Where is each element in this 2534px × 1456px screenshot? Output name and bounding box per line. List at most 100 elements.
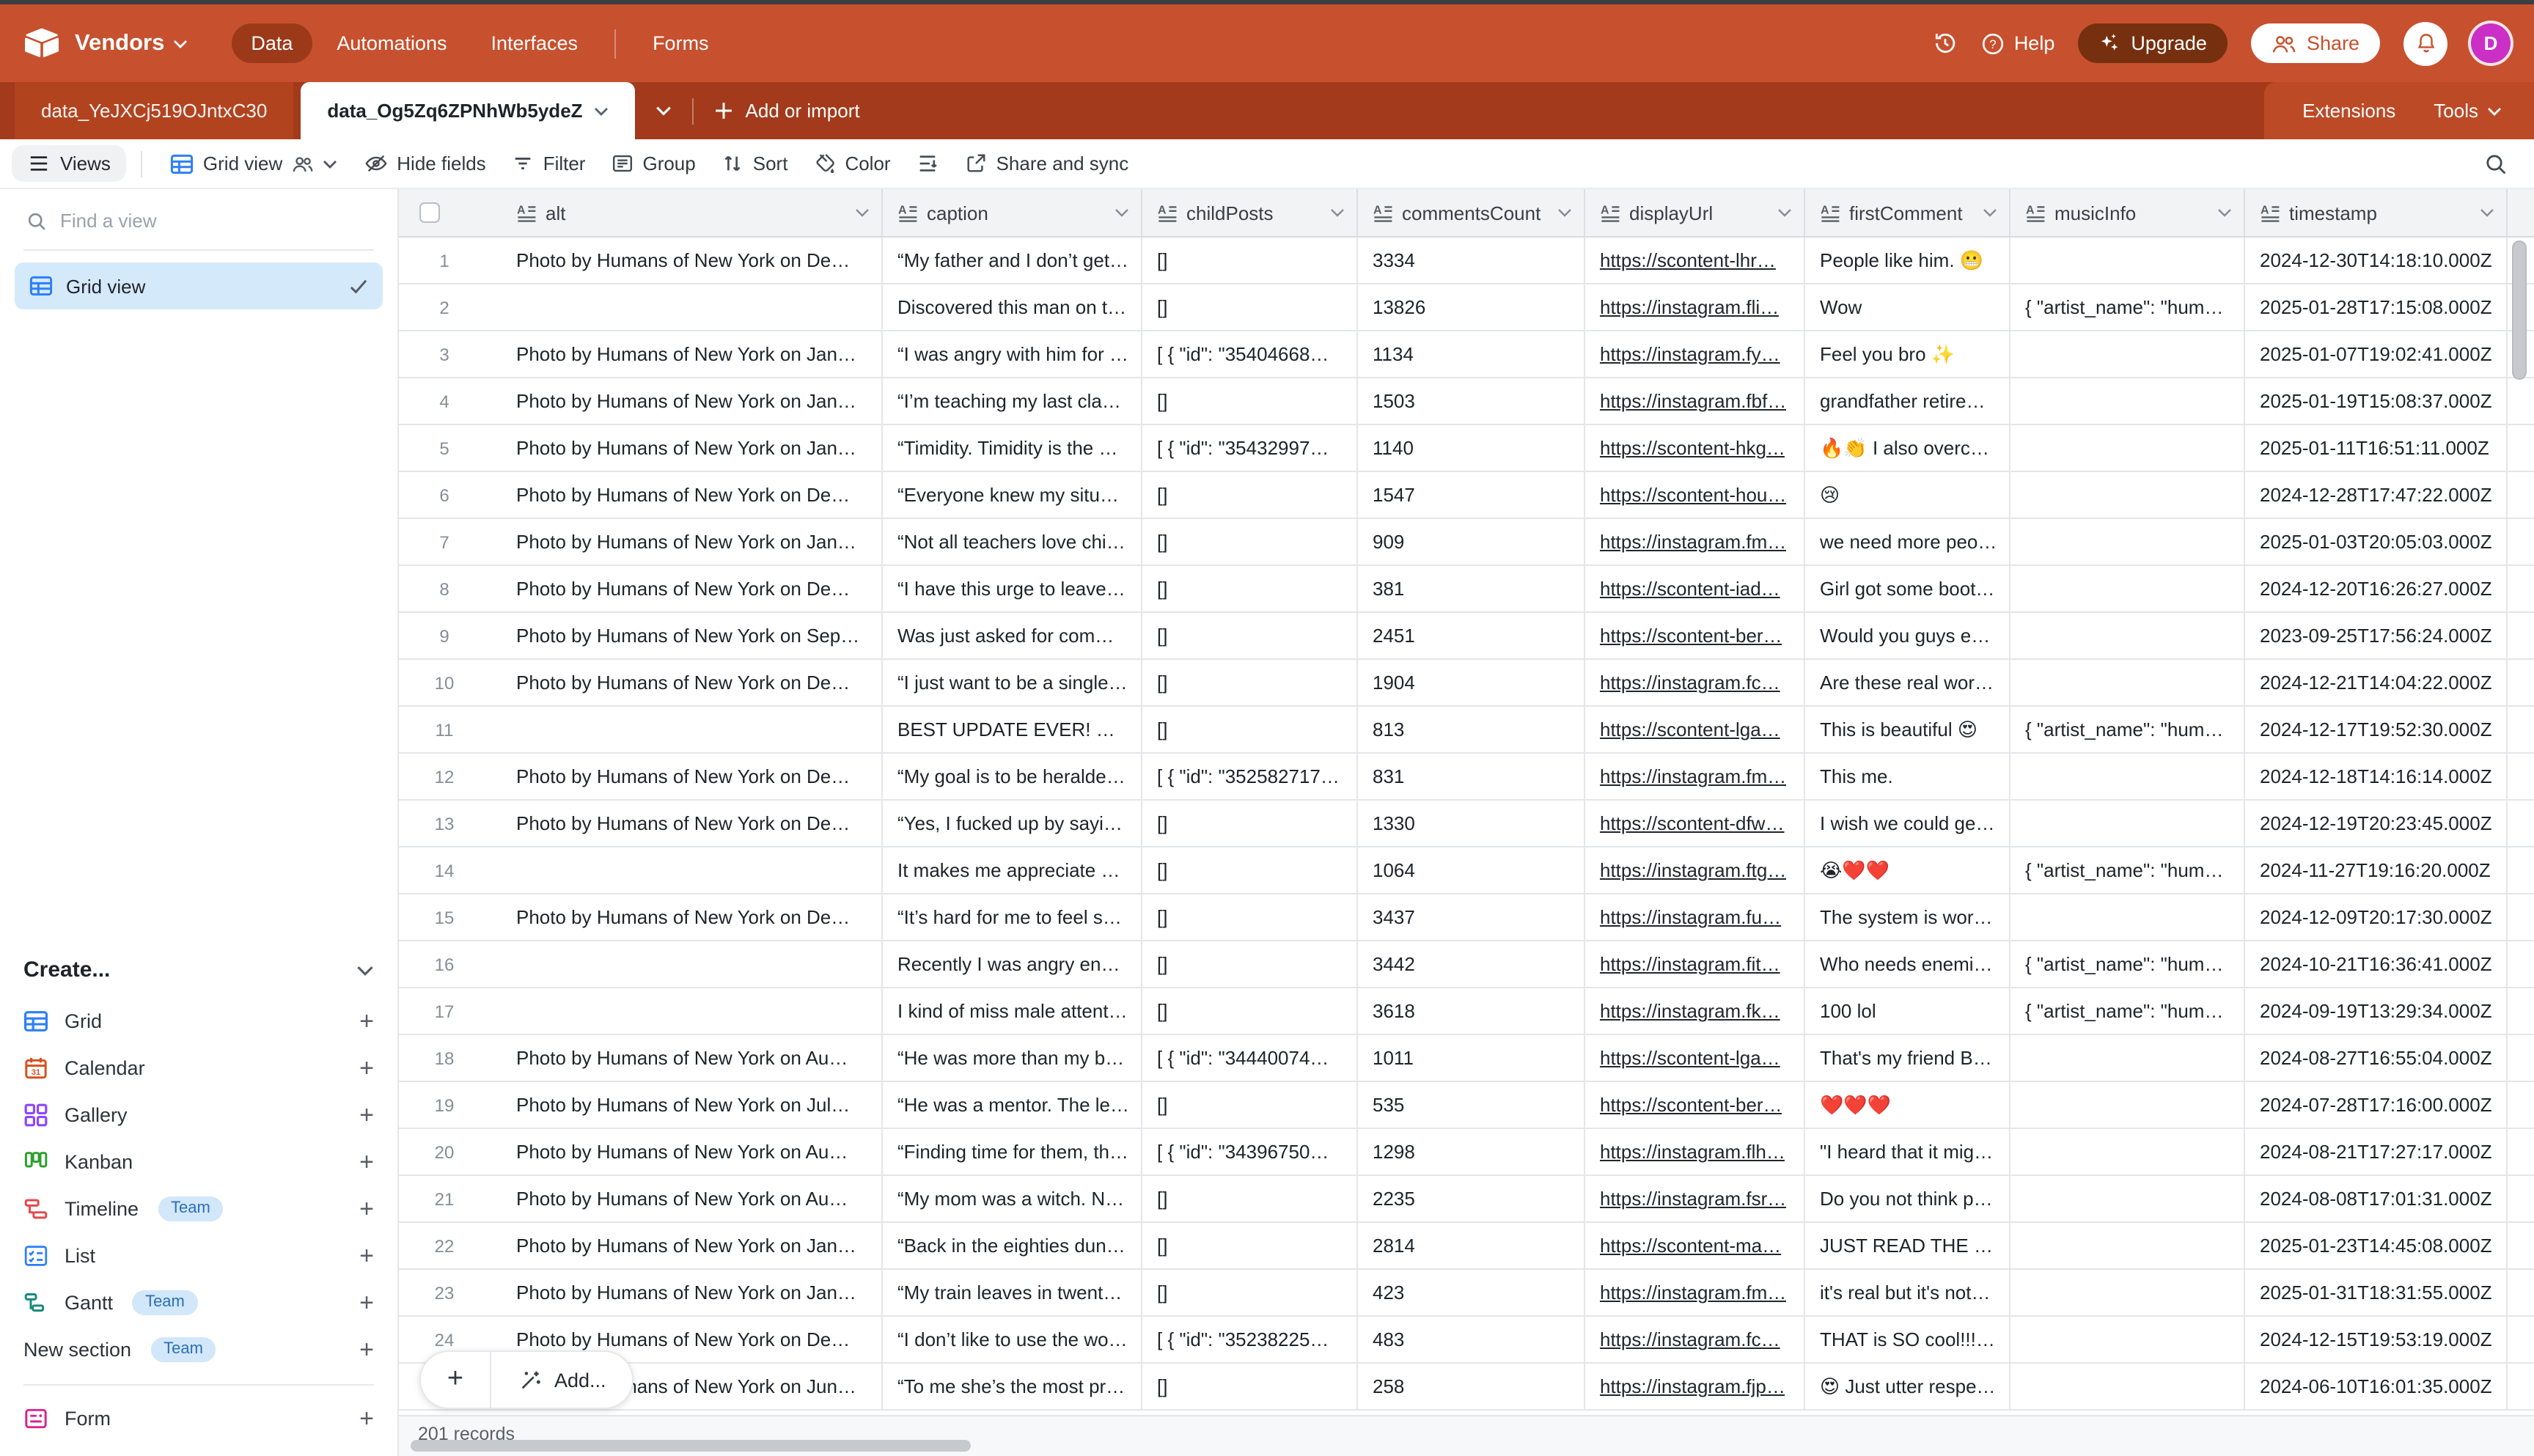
workspace-switcher[interactable]: Vendors bbox=[75, 30, 188, 56]
cell-commentsCount[interactable]: 381 bbox=[1358, 566, 1585, 611]
horizontal-scrollbar[interactable] bbox=[411, 1440, 971, 1452]
plus-icon[interactable]: + bbox=[359, 1149, 374, 1174]
cell-firstComment[interactable]: "I heard that it mig… bbox=[1805, 1129, 2010, 1174]
find-view-input[interactable] bbox=[60, 210, 371, 232]
cell-childPosts[interactable]: [ { "id": "35238225… bbox=[1142, 1317, 1358, 1362]
cell-firstComment[interactable]: 100 lol bbox=[1805, 988, 2010, 1034]
cell-childPosts[interactable]: [] bbox=[1142, 284, 1358, 330]
cell-displayUrl[interactable]: https://scontent-dfw… bbox=[1585, 801, 1805, 846]
cell-childPosts[interactable]: [] bbox=[1142, 238, 1358, 283]
cell-childPosts[interactable]: [] bbox=[1142, 941, 1358, 987]
cell-caption[interactable]: “To me she’s the most pr… bbox=[883, 1364, 1142, 1409]
cell-firstComment[interactable]: People like him. 😬 bbox=[1805, 238, 2010, 283]
cell-timestamp[interactable]: 2024-09-19T13:29:34.000Z bbox=[2245, 988, 2508, 1034]
column-header-firstComment[interactable]: AfirstComment bbox=[1805, 189, 2010, 236]
cell-firstComment[interactable]: Do you not think p… bbox=[1805, 1176, 2010, 1221]
cell-firstComment[interactable]: JUST READ THE B… bbox=[1805, 1223, 2010, 1268]
cell-commentsCount[interactable]: 1140 bbox=[1358, 425, 1585, 471]
cell-caption[interactable]: “I was angry with him for … bbox=[883, 331, 1142, 377]
cell-firstComment[interactable]: I wish we could ge… bbox=[1805, 801, 2010, 846]
cell-alt[interactable] bbox=[502, 848, 883, 893]
cell-displayUrl[interactable]: https://instagram.fy… bbox=[1585, 331, 1805, 377]
cell-alt[interactable]: Photo by Humans of New York on De… bbox=[502, 801, 883, 846]
cell-caption[interactable]: “I have this urge to leave … bbox=[883, 566, 1142, 611]
filter-button[interactable]: Filter bbox=[499, 145, 599, 182]
cell-caption[interactable]: “He was a mentor. The le… bbox=[883, 1082, 1142, 1128]
cell-firstComment[interactable]: Feel you bro ✨ bbox=[1805, 331, 2010, 377]
column-header-alt[interactable]: Aalt bbox=[502, 189, 883, 236]
hide-fields-button[interactable]: Hide fields bbox=[350, 145, 499, 182]
cell-musicInfo[interactable] bbox=[2010, 801, 2245, 846]
cell-timestamp[interactable]: 2024-12-17T19:52:30.000Z bbox=[2245, 707, 2508, 752]
cell-commentsCount[interactable]: 3442 bbox=[1358, 941, 1585, 987]
cell-alt[interactable]: Photo by Humans of New York on Jan… bbox=[502, 519, 883, 565]
cell-timestamp[interactable]: 2024-08-27T16:55:04.000Z bbox=[2245, 1035, 2508, 1081]
cell-musicInfo[interactable] bbox=[2010, 566, 2245, 611]
cell-timestamp[interactable]: 2025-01-03T20:05:03.000Z bbox=[2245, 519, 2508, 565]
cell-alt[interactable]: Photo by Humans of New York on Au… bbox=[502, 1035, 883, 1081]
cell-commentsCount[interactable]: 831 bbox=[1358, 754, 1585, 799]
add-with-ai-button[interactable]: Add... bbox=[491, 1352, 633, 1408]
cell-alt[interactable]: Photo by Humans of New York on De… bbox=[502, 566, 883, 611]
cell-childPosts[interactable]: [] bbox=[1142, 894, 1358, 940]
cell-caption[interactable]: “I don’t like to use the wo… bbox=[883, 1317, 1142, 1362]
cell-commentsCount[interactable]: 3437 bbox=[1358, 894, 1585, 940]
cell-alt[interactable] bbox=[502, 988, 883, 1034]
cell-commentsCount[interactable]: 1330 bbox=[1358, 801, 1585, 846]
cell-alt[interactable]: Photo by Humans of New York on De… bbox=[502, 660, 883, 705]
cell-musicInfo[interactable] bbox=[2010, 1223, 2245, 1268]
cell-displayUrl[interactable]: https://instagram.fm… bbox=[1585, 754, 1805, 799]
search-button[interactable] bbox=[2469, 146, 2522, 181]
cell-commentsCount[interactable]: 483 bbox=[1358, 1317, 1585, 1362]
cell-displayUrl[interactable]: https://instagram.fm… bbox=[1585, 519, 1805, 565]
cell-caption[interactable]: “My goal is to be heralde… bbox=[883, 754, 1142, 799]
history-button[interactable] bbox=[1933, 31, 1958, 56]
cell-timestamp[interactable]: 2025-01-28T17:15:08.000Z bbox=[2245, 284, 2508, 330]
airtable-logo[interactable] bbox=[23, 28, 60, 59]
plus-icon[interactable]: + bbox=[359, 1290, 374, 1315]
cell-displayUrl[interactable]: https://instagram.fm… bbox=[1585, 1270, 1805, 1315]
cell-timestamp[interactable]: 2024-12-09T20:17:30.000Z bbox=[2245, 894, 2508, 940]
cell-firstComment[interactable]: Wow bbox=[1805, 284, 2010, 330]
cell-displayUrl[interactable]: https://instagram.flh… bbox=[1585, 1129, 1805, 1174]
plus-icon[interactable]: + bbox=[359, 1055, 374, 1080]
cell-alt[interactable]: Photo by Humans of New York on Sep… bbox=[502, 613, 883, 658]
plus-icon[interactable]: + bbox=[359, 1008, 374, 1033]
cell-childPosts[interactable]: [] bbox=[1142, 519, 1358, 565]
cell-firstComment[interactable]: Girl got some boot… bbox=[1805, 566, 2010, 611]
cell-childPosts[interactable]: [] bbox=[1142, 1082, 1358, 1128]
cell-musicInfo[interactable]: { "artist_name": "huma… bbox=[2010, 707, 2245, 752]
cell-timestamp[interactable]: 2024-12-18T14:16:14.000Z bbox=[2245, 754, 2508, 799]
cell-commentsCount[interactable]: 1134 bbox=[1358, 331, 1585, 377]
add-row-button[interactable]: + bbox=[421, 1352, 491, 1408]
column-header-displayUrl[interactable]: AdisplayUrl bbox=[1585, 189, 1805, 236]
cell-displayUrl[interactable]: https://scontent-iad… bbox=[1585, 566, 1805, 611]
cell-childPosts[interactable]: [] bbox=[1142, 613, 1358, 658]
cell-musicInfo[interactable] bbox=[2010, 894, 2245, 940]
group-button[interactable]: Group bbox=[598, 145, 708, 182]
cell-displayUrl[interactable]: https://instagram.ftg… bbox=[1585, 848, 1805, 893]
cell-firstComment[interactable]: The system is wor… bbox=[1805, 894, 2010, 940]
plus-icon[interactable]: + bbox=[359, 1102, 374, 1127]
cell-firstComment[interactable]: Would you guys e… bbox=[1805, 613, 2010, 658]
cell-commentsCount[interactable]: 258 bbox=[1358, 1364, 1585, 1409]
cell-childPosts[interactable]: [ { "id": "34396750… bbox=[1142, 1129, 1358, 1174]
cell-timestamp[interactable]: 2024-08-21T17:27:17.000Z bbox=[2245, 1129, 2508, 1174]
cell-timestamp[interactable]: 2025-01-23T14:45:08.000Z bbox=[2245, 1223, 2508, 1268]
cell-timestamp[interactable]: 2025-01-31T18:31:55.000Z bbox=[2245, 1270, 2508, 1315]
cell-displayUrl[interactable]: https://instagram.fk… bbox=[1585, 988, 1805, 1034]
cell-musicInfo[interactable] bbox=[2010, 472, 2245, 518]
plus-icon[interactable]: + bbox=[359, 1196, 374, 1221]
cell-firstComment[interactable]: That's my friend B… bbox=[1805, 1035, 2010, 1081]
cell-musicInfo[interactable] bbox=[2010, 1082, 2245, 1128]
cell-timestamp[interactable]: 2024-11-27T19:16:20.000Z bbox=[2245, 848, 2508, 893]
cell-timestamp[interactable]: 2024-12-15T19:53:19.000Z bbox=[2245, 1317, 2508, 1362]
select-all-checkbox[interactable] bbox=[419, 202, 440, 223]
cell-timestamp[interactable]: 2024-12-30T14:18:10.000Z bbox=[2245, 238, 2508, 283]
cell-firstComment[interactable]: THAT is SO cool!!!… bbox=[1805, 1317, 2010, 1362]
cell-childPosts[interactable]: [] bbox=[1142, 378, 1358, 424]
cell-commentsCount[interactable]: 2235 bbox=[1358, 1176, 1585, 1221]
cell-caption[interactable]: “I just want to be a single … bbox=[883, 660, 1142, 705]
cell-caption[interactable]: “Timidity. Timidity is the … bbox=[883, 425, 1142, 471]
cell-timestamp[interactable]: 2025-01-07T19:02:41.000Z bbox=[2245, 331, 2508, 377]
